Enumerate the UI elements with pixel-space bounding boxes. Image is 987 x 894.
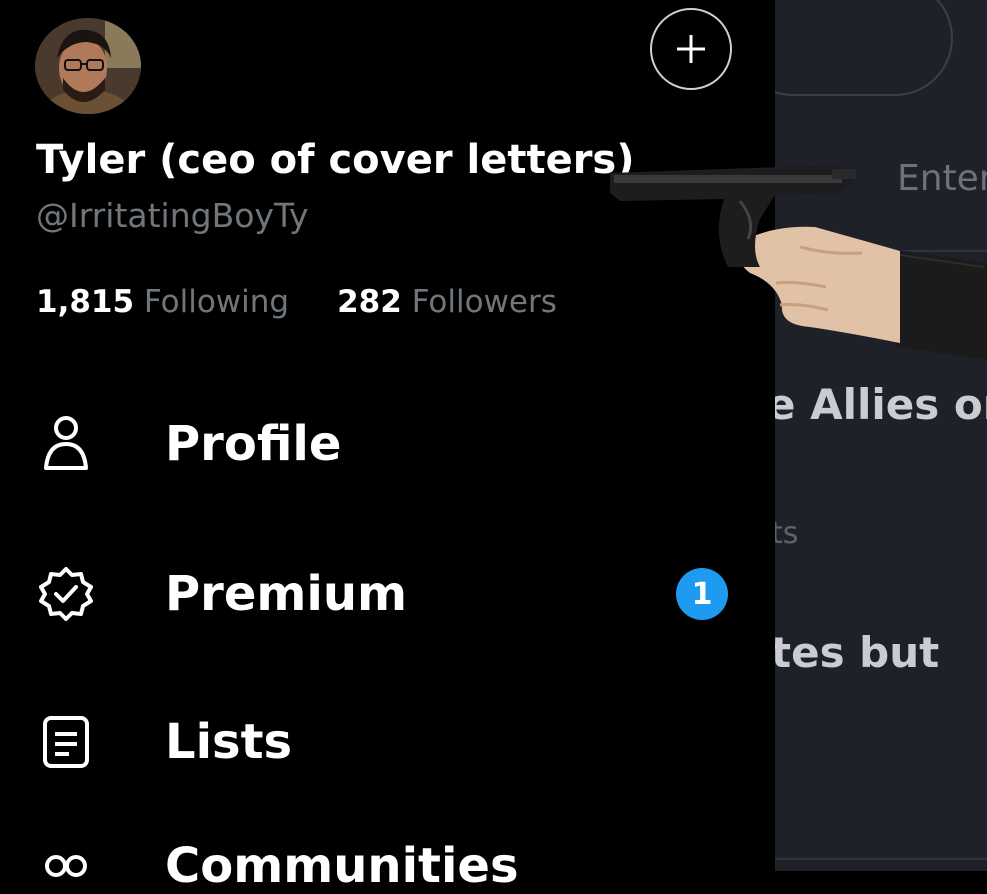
following-label: Following — [143, 284, 290, 320]
background-post-text: e Allies or — [775, 380, 987, 429]
nav-item-profile[interactable]: Profile — [0, 384, 775, 504]
nav-label-premium: Premium — [165, 566, 408, 622]
person-icon — [36, 414, 96, 474]
divider — [775, 858, 987, 860]
side-drawer: Tyler (ceo of cover letters) @Irritating… — [0, 0, 775, 894]
nav-label-profile: Profile — [165, 416, 342, 472]
followers-link[interactable]: 282 Followers — [337, 284, 557, 320]
followers-count: 282 — [337, 284, 402, 320]
pistol-hand-image — [610, 165, 987, 360]
add-account-button[interactable] — [650, 8, 732, 90]
background-post-meta: ts — [775, 516, 799, 551]
followers-label: Followers — [411, 284, 557, 320]
user-handle: @IrritatingBoyTy — [36, 196, 309, 235]
following-link[interactable]: 1,815 Following — [36, 284, 289, 320]
follow-stats: 1,815 Following 282 Followers — [36, 284, 557, 320]
background-feed: Enter e Allies or ts tes but — [775, 0, 987, 871]
list-icon — [36, 712, 96, 772]
communities-icon — [45, 855, 87, 877]
nav-label-lists: Lists — [165, 714, 293, 770]
following-count: 1,815 — [36, 284, 135, 320]
notification-badge: 1 — [676, 568, 728, 620]
background-search-bar — [775, 0, 953, 96]
nav-label-communities: Communities — [165, 838, 519, 894]
plus-icon — [677, 35, 705, 63]
verified-badge-icon — [36, 564, 96, 624]
background-post-text: tes but — [775, 628, 940, 677]
nav-item-lists[interactable]: Lists — [0, 682, 775, 802]
avatar[interactable] — [35, 18, 141, 114]
display-name: Tyler (ceo of cover letters) — [36, 137, 635, 183]
nav-item-premium[interactable]: Premium 1 — [0, 534, 775, 654]
